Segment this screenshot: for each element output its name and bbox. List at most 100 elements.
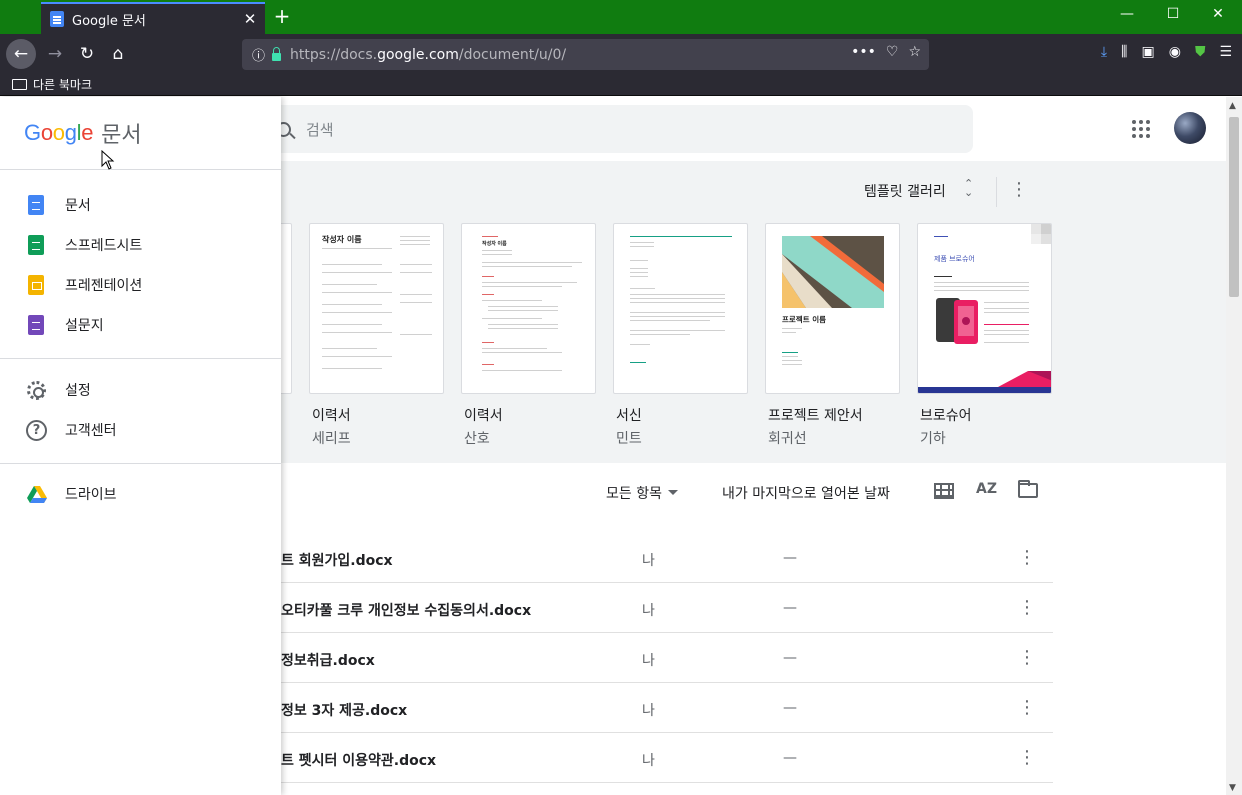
browser-titlebar: Google 문서 ✕ + — ☐ ✕: [0, 0, 1242, 34]
template-name: 프로젝트 제안서: [768, 408, 863, 424]
menu-icon[interactable]: ☰: [1219, 44, 1232, 60]
url-bar[interactable]: ⓘ https://docs.google.com/document/u/0/ …: [242, 39, 929, 70]
logo-letter: G: [24, 120, 41, 145]
download-icon[interactable]: ⤓: [1101, 44, 1107, 60]
phone-image: [936, 298, 978, 344]
owner-filter-dropdown[interactable]: 모든 항목: [606, 483, 678, 503]
file-picker-icon[interactable]: [1018, 480, 1038, 498]
template-card-project-proposal[interactable]: 프로젝트 이름 프로젝트 제안서 회귀선: [765, 223, 900, 448]
divider: [0, 463, 281, 464]
minimize-button[interactable]: —: [1104, 6, 1150, 22]
library-icon[interactable]: ⫼: [1121, 44, 1127, 60]
new-tab-button[interactable]: +: [270, 4, 294, 28]
bookmarks-bar: 다른 북마크: [0, 74, 1242, 96]
drawer-item-forms[interactable]: 설문지: [0, 305, 281, 345]
more-options-icon[interactable]: ⋮: [1018, 595, 1036, 621]
drawer-item-sheets[interactable]: 스프레드시트: [0, 225, 281, 265]
folder-icon: [12, 79, 27, 90]
file-name[interactable]: 정보취급.docx: [281, 650, 375, 670]
sort-az-icon[interactable]: AZ: [976, 481, 997, 497]
avatar[interactable]: [1174, 112, 1206, 144]
divider: [0, 358, 281, 359]
gear-icon: [27, 381, 46, 400]
more-options-icon[interactable]: ⋮: [1018, 645, 1036, 671]
maximize-button[interactable]: ☐: [1150, 6, 1196, 22]
template-thumbnail: 작성자 이름: [309, 223, 444, 394]
docs-icon: [28, 195, 44, 215]
grid-view-icon[interactable]: [934, 483, 954, 499]
home-button[interactable]: ⌂: [103, 39, 133, 69]
divider: [0, 169, 281, 170]
pocket-icon[interactable]: ♡: [886, 44, 899, 60]
bookmark-star-icon[interactable]: ☆: [908, 44, 921, 60]
bookmark-folder-label: 다른 북마크: [33, 78, 93, 92]
more-options-icon[interactable]: ⋮: [1018, 695, 1036, 721]
more-options-icon[interactable]: ⋮: [1018, 545, 1036, 571]
sidebar-icon[interactable]: ▣: [1141, 44, 1154, 60]
drawer-item-settings[interactable]: 설정: [0, 370, 281, 410]
more-options-icon[interactable]: ⋮: [1018, 745, 1036, 771]
template-style: 기하: [920, 431, 946, 447]
forward-button[interactable]: →: [40, 39, 70, 69]
scroll-thumb[interactable]: [1229, 117, 1239, 297]
drawer-item-label: 고객센터: [65, 423, 117, 439]
page-actions-icon[interactable]: •••: [851, 44, 876, 60]
url-text[interactable]: https://docs.google.com/document/u/0/: [290, 47, 566, 63]
drawer-item-help[interactable]: ? 고객센터: [0, 410, 281, 450]
account-icon[interactable]: ◉: [1169, 44, 1181, 60]
logo-letter: o: [52, 120, 65, 145]
logo-letter: e: [81, 120, 94, 145]
lock-icon: [272, 46, 282, 61]
navigation-drawer: Google 문서 문서 스프레드시트 프레젠테이션 설문지 설정 ? 고객센터…: [0, 97, 281, 795]
search-bar[interactable]: 검색: [250, 105, 973, 153]
google-docs-logo[interactable]: Google 문서: [24, 117, 142, 149]
back-button[interactable]: ←: [6, 39, 36, 69]
template-card-letter-mint[interactable]: 서신 민트: [613, 223, 748, 448]
file-name[interactable]: 오티카풀 크루 개인정보 수집동의서.docx: [281, 600, 531, 620]
more-options-icon[interactable]: ⋮: [1010, 179, 1028, 200]
template-gallery-button[interactable]: 템플릿 갤러리: [864, 181, 946, 201]
drawer-item-slides[interactable]: 프레젠테이션: [0, 265, 281, 305]
owner-filter-label: 모든 항목: [606, 486, 662, 502]
template-card-brochure[interactable]: 제품 브로슈어 브로슈어 기하: [917, 223, 1052, 448]
other-bookmarks-folder[interactable]: 다른 북마크: [12, 76, 92, 93]
close-tab-icon[interactable]: ✕: [235, 10, 265, 28]
file-date: —: [783, 750, 797, 766]
thumb-heading: 제품 브로슈어: [934, 255, 975, 263]
page-scrollbar[interactable]: ▲ ▼: [1226, 97, 1242, 795]
drawer-item-drive[interactable]: 드라이브: [0, 474, 281, 514]
google-wordmark: Google: [24, 120, 93, 146]
drawer-item-label: 문서: [65, 198, 91, 214]
file-name[interactable]: 트 펫시터 이용약관.docx: [281, 750, 436, 770]
divider: [996, 177, 997, 207]
google-apps-icon[interactable]: [1132, 120, 1150, 138]
template-card-resume-coral[interactable]: 작성자 이름 이력서 산호: [461, 223, 596, 448]
browser-tab[interactable]: Google 문서 ✕: [41, 2, 265, 34]
file-name[interactable]: 트 회원가입.docx: [281, 550, 393, 570]
search-input[interactable]: 검색: [306, 119, 334, 140]
docs-tab-icon: [50, 11, 64, 27]
url-prefix: https://docs.: [290, 46, 378, 63]
reload-button[interactable]: ↻: [72, 39, 102, 69]
drawer-item-docs[interactable]: 문서: [0, 185, 281, 225]
scroll-up-icon[interactable]: ▲: [1229, 101, 1236, 111]
template-thumbnail: [613, 223, 748, 394]
thumb-heading: 작성자 이름: [482, 241, 507, 247]
template-card-resume-serif[interactable]: 작성자 이름 이력서 세리프: [309, 223, 444, 448]
shield-extension-icon[interactable]: ⛊: [1195, 44, 1206, 60]
expand-collapse-icon[interactable]: ⌃ ⌄: [964, 178, 973, 198]
drawer-item-label: 프레젠테이션: [65, 278, 143, 294]
template-style: 산호: [464, 431, 490, 447]
info-icon[interactable]: ⓘ: [252, 45, 265, 64]
template-name: 서신: [616, 408, 642, 424]
file-name[interactable]: 정보 3자 제공.docx: [281, 700, 407, 720]
thumb-heading: 프로젝트 이름: [782, 315, 827, 324]
scroll-down-icon[interactable]: ▼: [1229, 783, 1236, 793]
drawer-item-label: 스프레드시트: [65, 238, 143, 254]
file-owner: 나: [642, 703, 655, 719]
sort-by-button[interactable]: 내가 마지막으로 열어본 날짜: [722, 483, 890, 503]
sheets-icon: [28, 235, 44, 255]
drive-icon: [27, 486, 47, 503]
close-window-button[interactable]: ✕: [1195, 6, 1241, 22]
logo-letter: o: [40, 120, 53, 145]
